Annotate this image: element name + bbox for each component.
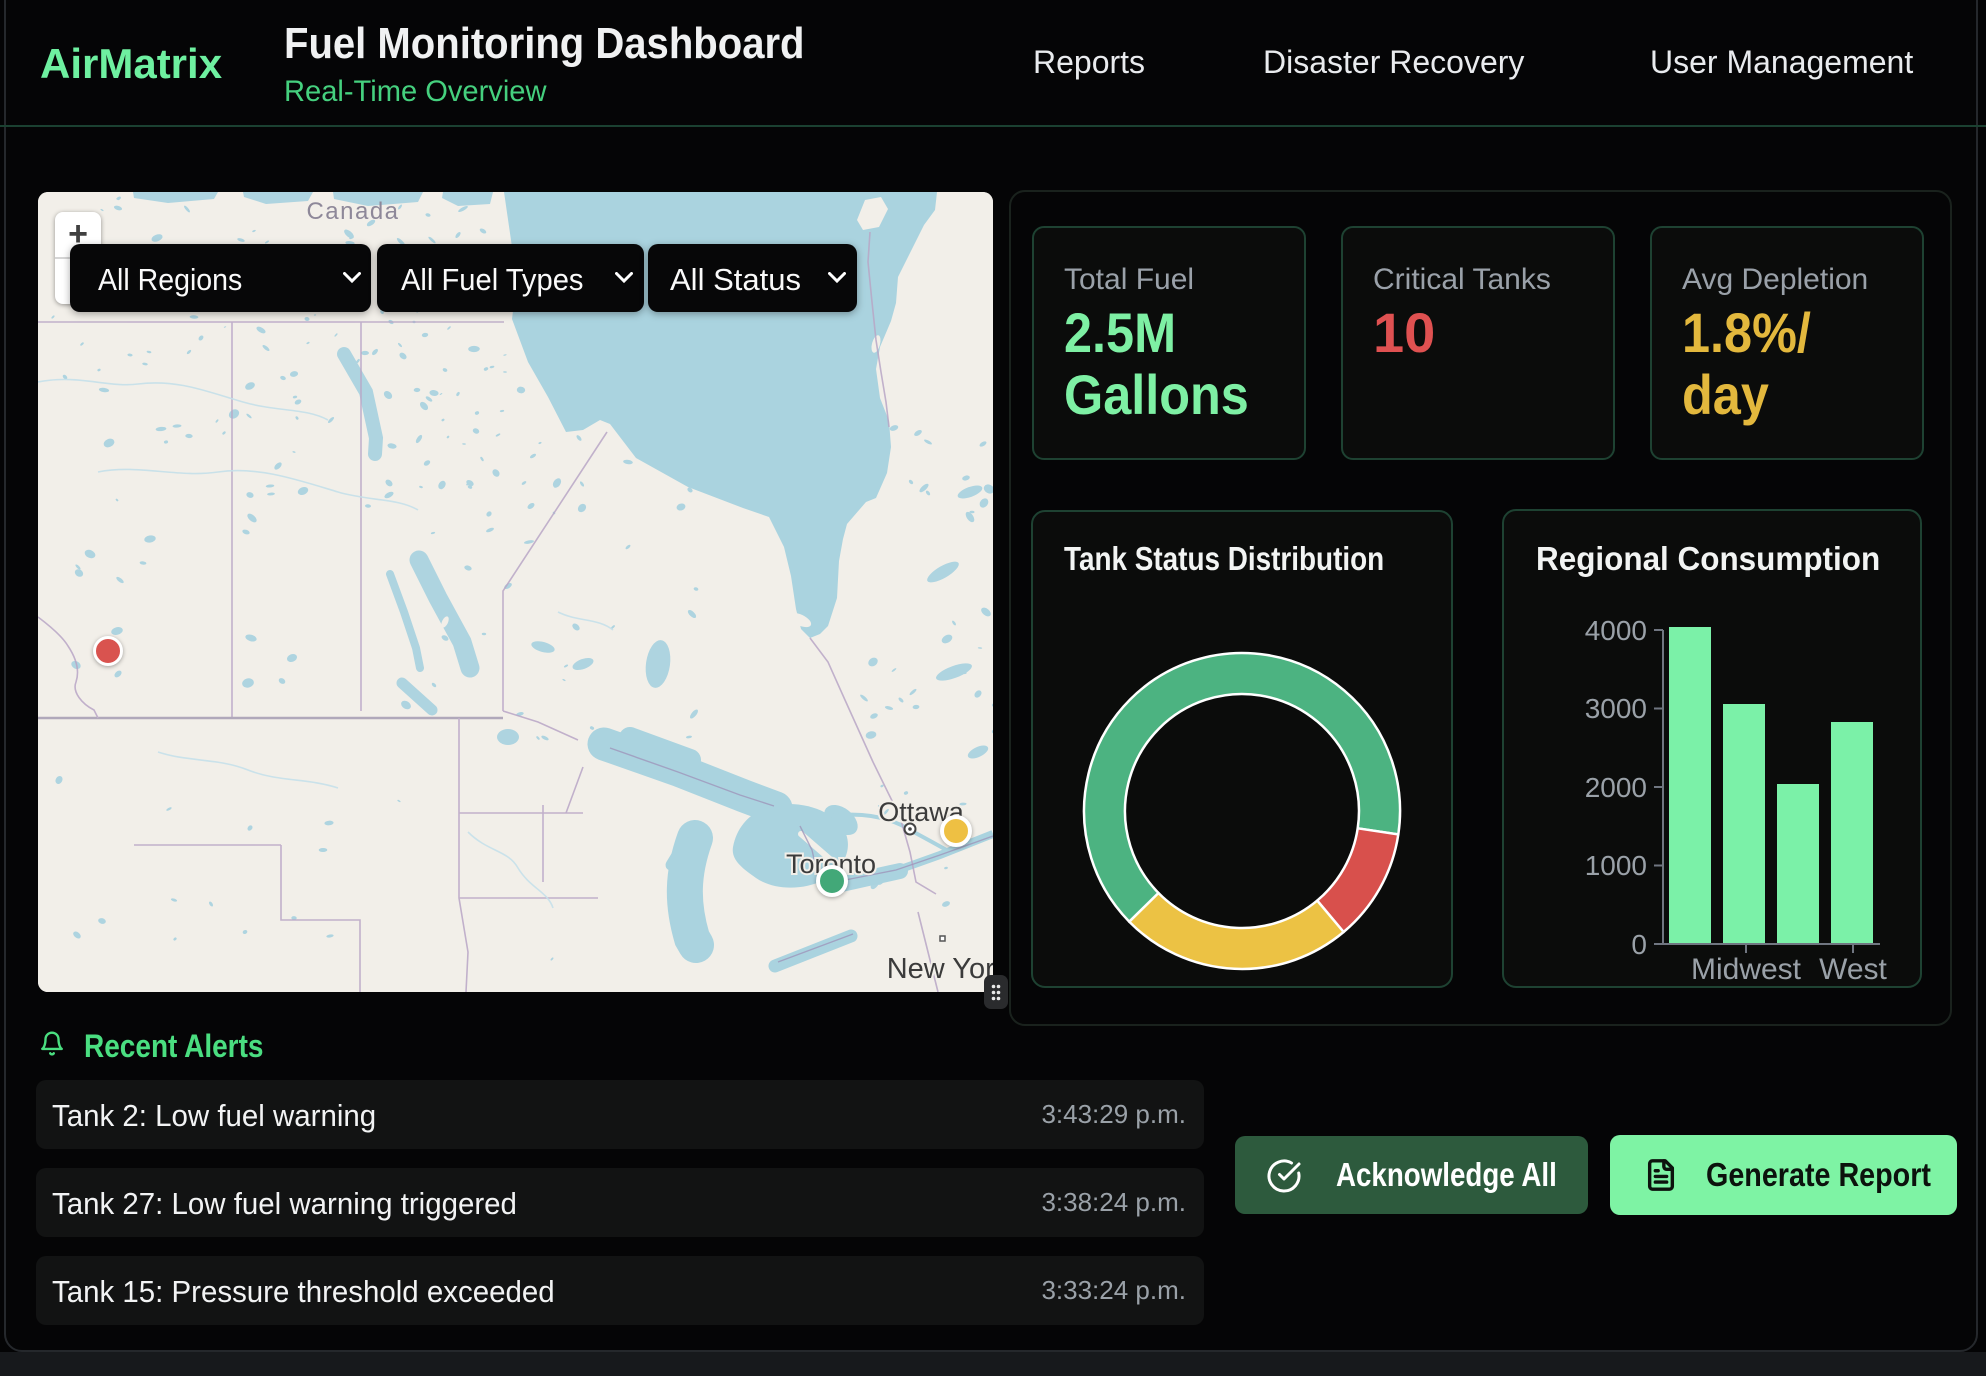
svg-text:3000: 3000 <box>1585 693 1647 724</box>
svg-text:New York: New York <box>887 953 993 985</box>
svg-text:4000: 4000 <box>1585 615 1647 646</box>
svg-text:Canada: Canada <box>306 198 399 225</box>
svg-text:2000: 2000 <box>1585 772 1647 803</box>
svg-text:0: 0 <box>1631 929 1647 960</box>
svg-text:Midwest: Midwest <box>1691 953 1802 986</box>
svg-text:West: West <box>1819 953 1887 986</box>
svg-text:1000: 1000 <box>1585 850 1647 881</box>
